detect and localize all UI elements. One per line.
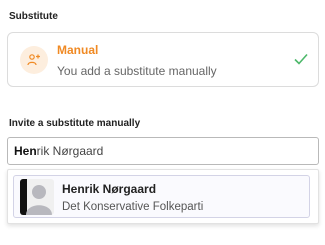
search-typed-text: Hen: [14, 144, 37, 158]
person-avatar-icon: [20, 179, 54, 215]
substitute-search-input[interactable]: Hen rik Nørgaard: [7, 137, 319, 165]
result-person-name: Henrik Nørgaard: [62, 182, 157, 196]
substitute-section-label: Substitute: [9, 11, 58, 22]
search-autocomplete-text: rik Nørgaard: [36, 144, 104, 158]
option-title: Manual: [57, 43, 99, 57]
search-results-dropdown: Henrik Nørgaard Det Konservative Folkepa…: [7, 169, 319, 224]
add-user-icon: [20, 46, 48, 74]
result-person-party: Det Konservative Folkeparti: [62, 201, 204, 213]
option-description: You add a substitute manually: [57, 64, 217, 78]
check-icon: [294, 53, 308, 65]
manual-substitute-option[interactable]: Manual You add a substitute manually: [7, 32, 319, 87]
search-result-item[interactable]: Henrik Nørgaard Det Konservative Folkepa…: [13, 175, 310, 218]
invite-section-label: Invite a substitute manually: [9, 118, 141, 129]
